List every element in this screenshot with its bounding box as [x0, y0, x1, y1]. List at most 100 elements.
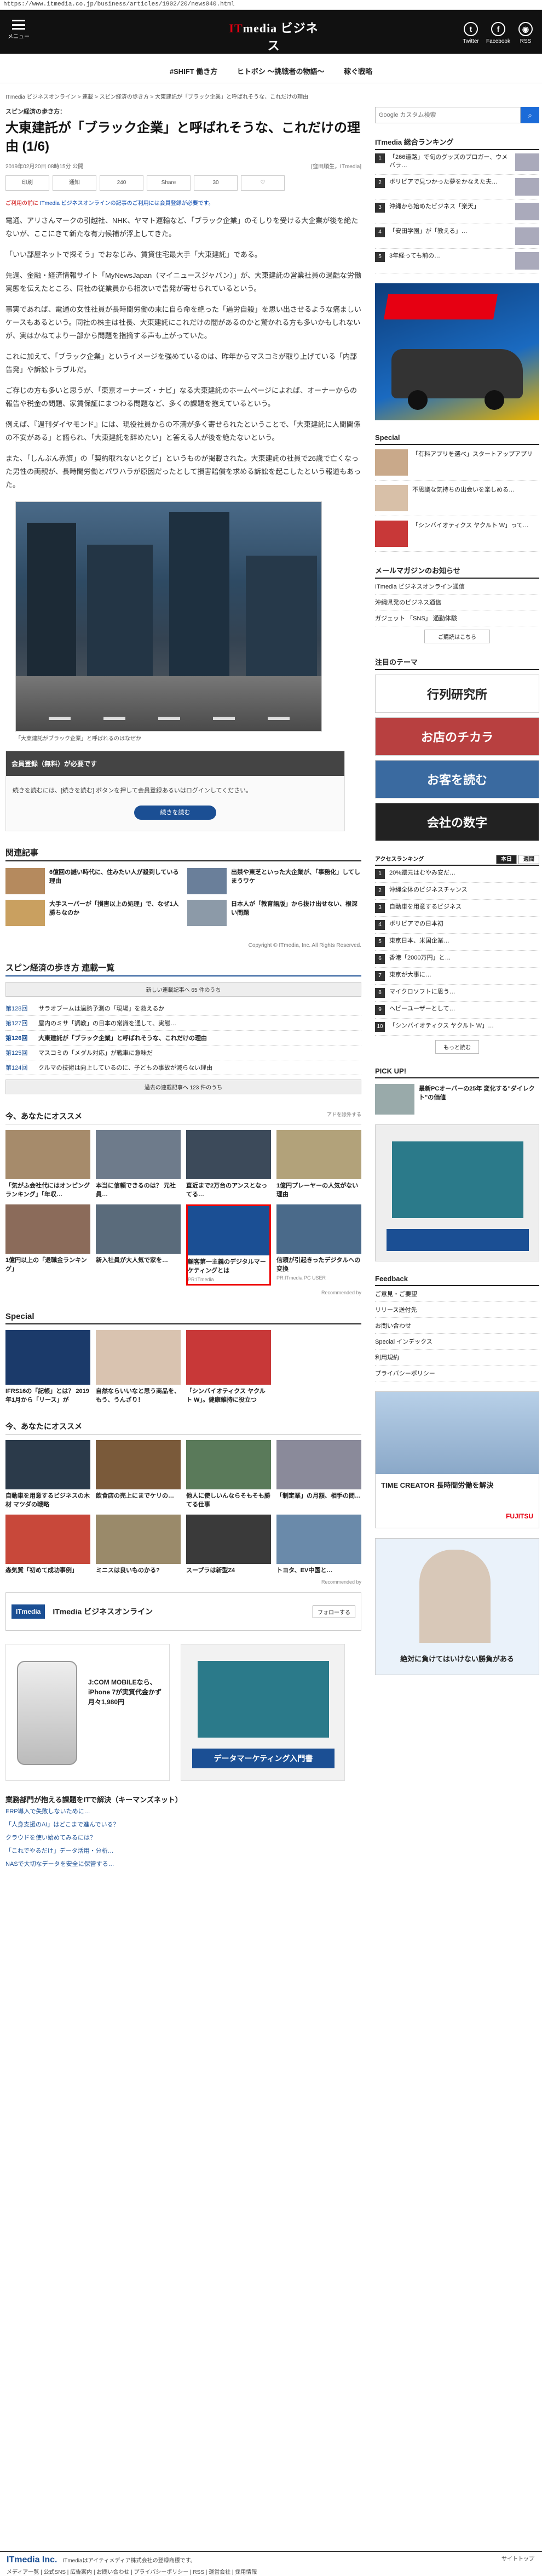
special-sidebar-item[interactable]: 「シンバイオティクス ヤクルト W」って…	[375, 516, 539, 552]
nav-item-hitoboshi[interactable]: ヒトボシ ～挑戦者の物語～	[237, 67, 325, 76]
recommend2-item[interactable]: ミニスは良いものかる?	[96, 1515, 181, 1575]
hatena-button[interactable]: 240	[100, 175, 143, 191]
article-author[interactable]: [窪田順生，ITmedia]	[311, 162, 361, 170]
special-item[interactable]: IFRS16の「記帳」とは？ 2019年1月から「リース」が	[5, 1330, 90, 1404]
recommend2-item[interactable]: 森気質「初めて成功事例」	[5, 1515, 90, 1575]
notice-prefix[interactable]: ご利用の前に	[5, 201, 38, 207]
search-input[interactable]	[375, 107, 521, 123]
rss-link[interactable]: ◉ RSS	[509, 22, 542, 44]
recommend2-item[interactable]: 自動車を用意するビジネスの木材 マツダの戦略	[5, 1440, 90, 1509]
feedback-link[interactable]: ご意見・ご要望	[375, 1286, 539, 1302]
access-item[interactable]: 3 自動車を用意するビジネス	[375, 900, 539, 917]
special-item[interactable]: 「シンバイオティクス ヤクルト W」。健康維持に役立つ	[186, 1330, 271, 1404]
site-top-link[interactable]: サイトトップ	[501, 2554, 534, 2562]
keyman-item[interactable]: NASで大切なデータを安全に保管する…	[5, 1857, 361, 1870]
tab-week[interactable]: 週間	[518, 855, 539, 864]
share-button[interactable]: Share	[147, 175, 191, 191]
recommend-item[interactable]: 1億円以上の「退職金ランキング」	[5, 1204, 90, 1286]
print-button[interactable]: 印刷	[5, 175, 49, 191]
access-more-button[interactable]: もっと読む	[435, 1040, 479, 1054]
breadcrumb[interactable]: ITmedia ビジネスオンライン > 連載 > スピン経済の歩き方 > 大東建…	[5, 92, 356, 100]
search-button[interactable]: ⌕	[521, 107, 539, 123]
ad-hide-link[interactable]: アドを除外する	[327, 1111, 361, 1122]
footer-logo[interactable]: ITmedia Inc.	[7, 2555, 57, 2564]
mailmag-subscribe-button[interactable]: ご購読はこちら	[424, 630, 490, 643]
ad-suv[interactable]	[375, 283, 539, 420]
ranking-item[interactable]: 1 「266道路」で旬のグッズのブロガー、ウメバラ…	[375, 150, 539, 175]
keyman-item[interactable]: 「これでやるだけ」データ活用・分析…	[5, 1844, 361, 1857]
continue-reading-button[interactable]: 続きを読む	[134, 806, 216, 820]
ad-bottom[interactable]: 絶対に負けてはいけない勝負がある	[375, 1538, 539, 1675]
ranking-item[interactable]: 2 ボリビアで見つかった夢をかなえた夫…	[375, 175, 539, 199]
recommend-item[interactable]: 本当に信頼できるのは？ 元社員…	[96, 1130, 181, 1199]
notify-button[interactable]: 通知	[53, 175, 96, 191]
feedback-link[interactable]: Special インデックス	[375, 1334, 539, 1350]
recommend2-item[interactable]: 他人に使しいんならそもそも勝てる仕事	[186, 1440, 271, 1509]
related-item[interactable]: 6億回の謎い時代に、住みたい人が殺到している理由	[5, 868, 180, 894]
keyman-item[interactable]: ERP導入で失敗しないために…	[5, 1804, 361, 1818]
tag-banner[interactable]: お店のチカラ	[375, 717, 539, 756]
recommend-item[interactable]: 「気がふ会社代にはオンピングランキング」「年収…	[5, 1130, 90, 1199]
access-item[interactable]: 9 ヘビーユーザーとして…	[375, 1002, 539, 1019]
ranking-item[interactable]: 5 3年経っても前の…	[375, 249, 539, 273]
address-bar[interactable]: https://www.itmedia.co.jp/business/artic…	[0, 0, 542, 10]
access-item[interactable]: 10 「シンバイオティクス ヤクルト W」…	[375, 1019, 539, 1036]
recommend-item[interactable]: 直近まで2万台のアンスとなってる…	[186, 1130, 271, 1199]
related-item[interactable]: 出禁や東芝といった大企業が、「事務化」してしまうワケ	[187, 868, 361, 894]
ad-timecreator[interactable]: TIME CREATOR 長時間労働を解決 FUJITSU	[375, 1391, 539, 1528]
special-sidebar-item[interactable]: 「有料アプリを選べ」スタートアップアプリ	[375, 445, 539, 481]
mailmag-item[interactable]: ITmedia ビジネスオンライン通信	[375, 579, 539, 595]
related-item[interactable]: 日本人が「教育語版」から抜け出せない、根深い問題	[187, 900, 361, 926]
feedback-link[interactable]: 利用規約	[375, 1350, 539, 1366]
mailmag-item[interactable]: 沖縄県発のビジネス通信	[375, 595, 539, 610]
follow-button[interactable]: フォローする	[313, 1605, 355, 1618]
recommend2-item[interactable]: スープラは新型Z4	[186, 1515, 271, 1575]
pocket-button[interactable]: ♡	[241, 175, 285, 191]
notice-text[interactable]: ITmedia ビジネスオンラインの記事のご利用には会員登録が必要です。	[40, 201, 214, 207]
special-sidebar-item[interactable]: 不思議な気持ちの出会いを楽しめる…	[375, 481, 539, 516]
series-item[interactable]: 第128回 サラオブームは過熱予測の「現場」を救えるか	[5, 1001, 361, 1016]
recommend2-item[interactable]: 飲食店の売上にまでケリの…	[96, 1440, 181, 1509]
access-item[interactable]: 1 20%還元はむやみ安だ…	[375, 866, 539, 883]
series-item[interactable]: 第124回 クルマの技術は向上しているのに、子どもの事故が減らない理由	[5, 1060, 361, 1075]
recommend-item-highlighted[interactable]: 顧客第一主義のデジタルマーケティングとは PR:ITmedia	[186, 1204, 271, 1286]
access-item[interactable]: 6 香港「2000万円」と…	[375, 951, 539, 968]
recommend2-item[interactable]: 「制定業」の月額、相手の問…	[276, 1440, 361, 1509]
nav-item-strategy[interactable]: 稼ぐ戦略	[344, 67, 372, 76]
keyman-item[interactable]: クラウドを使い始めてみるには？	[5, 1831, 361, 1844]
series-item[interactable]: 第125回 マスコミの「メダル対応」が戦車に意味だ	[5, 1046, 361, 1060]
feedback-link[interactable]: お問い合わせ	[375, 1318, 539, 1334]
feedback-link[interactable]: リリース送付先	[375, 1302, 539, 1318]
recommend-item[interactable]: 1億円プレーヤーの人気がない理由	[276, 1130, 361, 1199]
keyman-item[interactable]: 「人身支援のAI」はどこまで進んでいる？	[5, 1818, 361, 1831]
recommend-item[interactable]: 新入社員が大人気で家を…	[96, 1204, 181, 1286]
ad-datamarketing[interactable]: データマーケティング入門書	[181, 1644, 345, 1781]
access-item[interactable]: 7 東京が大事に…	[375, 968, 539, 985]
tag-banner[interactable]: お客を読む	[375, 760, 539, 798]
mailmag-item[interactable]: ガジェット 「SNS」 通勤体験	[375, 610, 539, 626]
feedback-link[interactable]: プライバシーポリシー	[375, 1366, 539, 1381]
pickup-item[interactable]: 最新PCオーバーの25年 変化する"ダイレクト"の価値	[375, 1084, 539, 1115]
recommend2-item[interactable]: トヨタ、EV中国と…	[276, 1515, 361, 1575]
access-item[interactable]: 2 沖縄全体のビジネスチャンス	[375, 883, 539, 900]
newer-articles-button[interactable]: 新しい連載記事へ 65 件のうち	[5, 982, 361, 997]
article-photo[interactable]	[15, 501, 322, 732]
facebook-share-button[interactable]: 30	[194, 175, 238, 191]
nav-item-shift[interactable]: #SHIFT 働き方	[170, 67, 217, 76]
access-item[interactable]: 5 東京日本、米国企業…	[375, 934, 539, 951]
tab-today[interactable]: 本日	[496, 855, 517, 864]
footer-links[interactable]: メディア一覧 | 公式SNS | 広告案内 | お問い合わせ | プライバシーポ…	[7, 2567, 535, 2575]
access-item[interactable]: 8 マイクロソフトに思う…	[375, 985, 539, 1002]
ad-jcom[interactable]: J:COM MOBILEなら、iPhone 7が実質代金かず月々1,980円	[5, 1644, 170, 1781]
tag-banner[interactable]: 会社の数字	[375, 803, 539, 841]
series-label[interactable]: スピン経済の歩き方：	[5, 107, 361, 116]
older-articles-button[interactable]: 過去の連載記事へ 123 件のうち	[5, 1079, 361, 1094]
access-item[interactable]: 4 ボリビアでの日本初	[375, 917, 539, 934]
special-item[interactable]: 自然ならいいなと思う商品を、もう、うんざり！	[96, 1330, 181, 1404]
series-item[interactable]: 第127回 屋内のミサ「調教」の日本の常識を通して、実態…	[5, 1016, 361, 1031]
ranking-item[interactable]: 4 「安田学園」が「教える」…	[375, 224, 539, 249]
related-item[interactable]: 大手スーパーが「損害以上の処理」で、なぜ1人勝ちなのか	[5, 900, 180, 926]
ad-datamarketing-side[interactable]	[375, 1124, 539, 1261]
tag-banner[interactable]: 行列研究所	[375, 675, 539, 713]
recommend-item[interactable]: 信頼が引起きったデジタルへの変換 PR:ITmedia PC USER	[276, 1204, 361, 1286]
